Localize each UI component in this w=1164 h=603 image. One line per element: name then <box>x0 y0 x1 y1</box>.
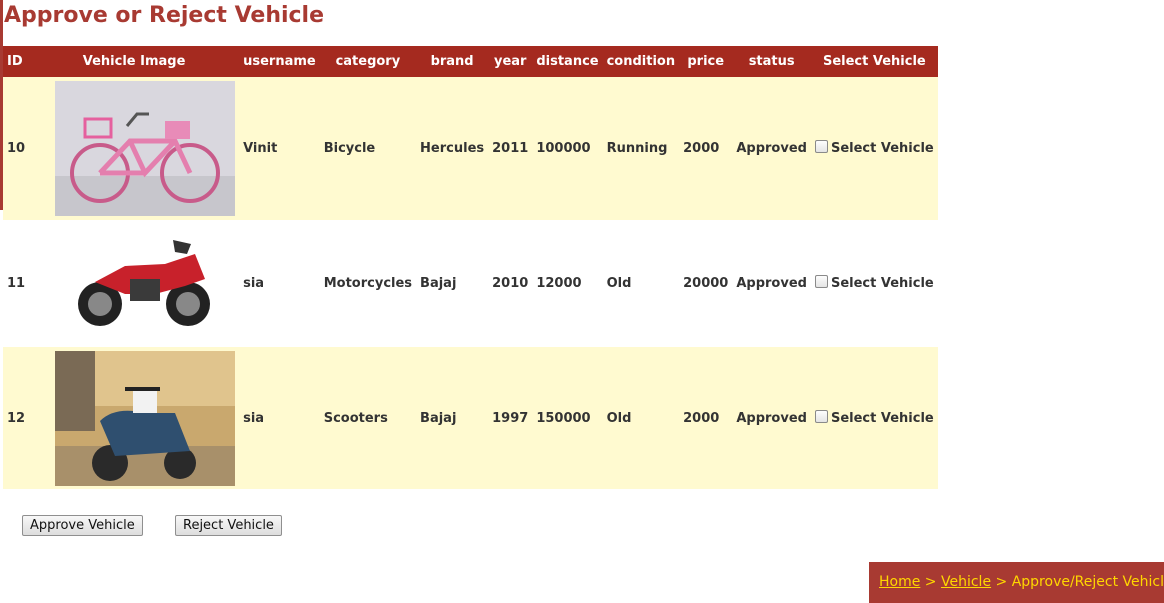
col-header-id: ID <box>3 46 30 77</box>
cell-category: Bicycle <box>323 141 376 156</box>
breadcrumb-separator: > <box>995 574 1008 590</box>
cell-condition: Old <box>606 276 632 291</box>
select-vehicle-checkbox[interactable] <box>814 409 828 423</box>
cell-brand: Bajaj <box>420 410 457 426</box>
breadcrumb-separator: > <box>924 574 937 590</box>
vehicle-image-bicycle <box>55 81 236 216</box>
cell-brand: Bajaj <box>420 276 457 291</box>
cell-id: 10 <box>7 141 26 156</box>
breadcrumb-vehicle-link[interactable]: Vehicle <box>941 574 991 590</box>
table-header-row: ID Vehicle Image username category brand… <box>3 46 938 77</box>
col-header-username: username <box>239 46 320 77</box>
approve-vehicle-button[interactable]: Approve Vehicle <box>22 515 143 536</box>
cell-username: sia <box>243 276 265 291</box>
cell-status: Approved <box>736 276 807 291</box>
vehicle-image-motorcycle <box>55 223 236 344</box>
table-row: 11 sia Motorcycles Bajaj 2010 12000 Old … <box>3 220 938 347</box>
cell-year: 2010 <box>492 276 529 291</box>
cell-status: Approved <box>736 141 807 156</box>
cell-year: 1997 <box>492 410 529 426</box>
cell-price: 20000 <box>683 276 729 291</box>
cell-category: Motorcycles <box>323 276 413 291</box>
select-vehicle-checkbox[interactable] <box>814 275 828 288</box>
select-vehicle-checkbox[interactable] <box>814 140 828 153</box>
col-header-price: price <box>679 46 733 77</box>
cell-id: 12 <box>7 410 26 426</box>
col-header-status: status <box>732 46 811 77</box>
vehicle-table: ID Vehicle Image username category brand… <box>3 46 938 489</box>
reject-vehicle-button[interactable]: Reject Vehicle <box>175 515 282 536</box>
cell-year: 2011 <box>492 141 529 156</box>
select-vehicle-label[interactable]: Select Vehicle <box>831 141 934 156</box>
cell-condition: Old <box>606 410 632 426</box>
cell-select: Select Vehicle <box>811 77 938 220</box>
cell-brand: Hercules <box>420 141 485 156</box>
cell-status: Approved <box>736 410 807 426</box>
col-header-category: category <box>319 46 417 77</box>
table-row: 10 Vinit Bicycle Hercules 2011 100000 Ru… <box>3 77 938 220</box>
col-header-distance: distance <box>532 46 603 77</box>
col-header-year: year <box>488 46 533 77</box>
cell-distance: 100000 <box>536 141 591 156</box>
cell-condition: Running <box>606 141 668 156</box>
cell-select: Select Vehicle <box>811 347 938 489</box>
cell-select: Select Vehicle <box>811 220 938 347</box>
select-vehicle-label[interactable]: Select Vehicle <box>831 411 934 426</box>
col-header-brand: brand <box>416 46 489 77</box>
table-row: 12 sia Scooters Bajaj 1997 150000 Old 20… <box>3 347 938 489</box>
cell-username: Vinit <box>243 141 278 156</box>
breadcrumb: Home > Vehicle > Approve/Reject Vehicle <box>869 562 1164 603</box>
col-header-condition: condition <box>602 46 680 77</box>
cell-category: Scooters <box>323 410 388 426</box>
col-header-select: Select Vehicle <box>810 46 938 77</box>
vehicle-image-scooter <box>55 350 236 486</box>
cell-price: 2000 <box>683 410 720 426</box>
breadcrumb-current: Approve/Reject Vehicle <box>1011 574 1164 590</box>
cell-distance: 12000 <box>536 276 582 291</box>
breadcrumb-home-link[interactable]: Home <box>879 574 920 590</box>
col-header-image: Vehicle Image <box>29 46 240 77</box>
select-vehicle-label[interactable]: Select Vehicle <box>831 276 934 291</box>
cell-price: 2000 <box>683 141 720 156</box>
cell-username: sia <box>243 410 265 426</box>
cell-distance: 150000 <box>536 410 591 426</box>
page-title: Approve or Reject Vehicle <box>4 3 325 28</box>
cell-id: 11 <box>7 276 26 291</box>
